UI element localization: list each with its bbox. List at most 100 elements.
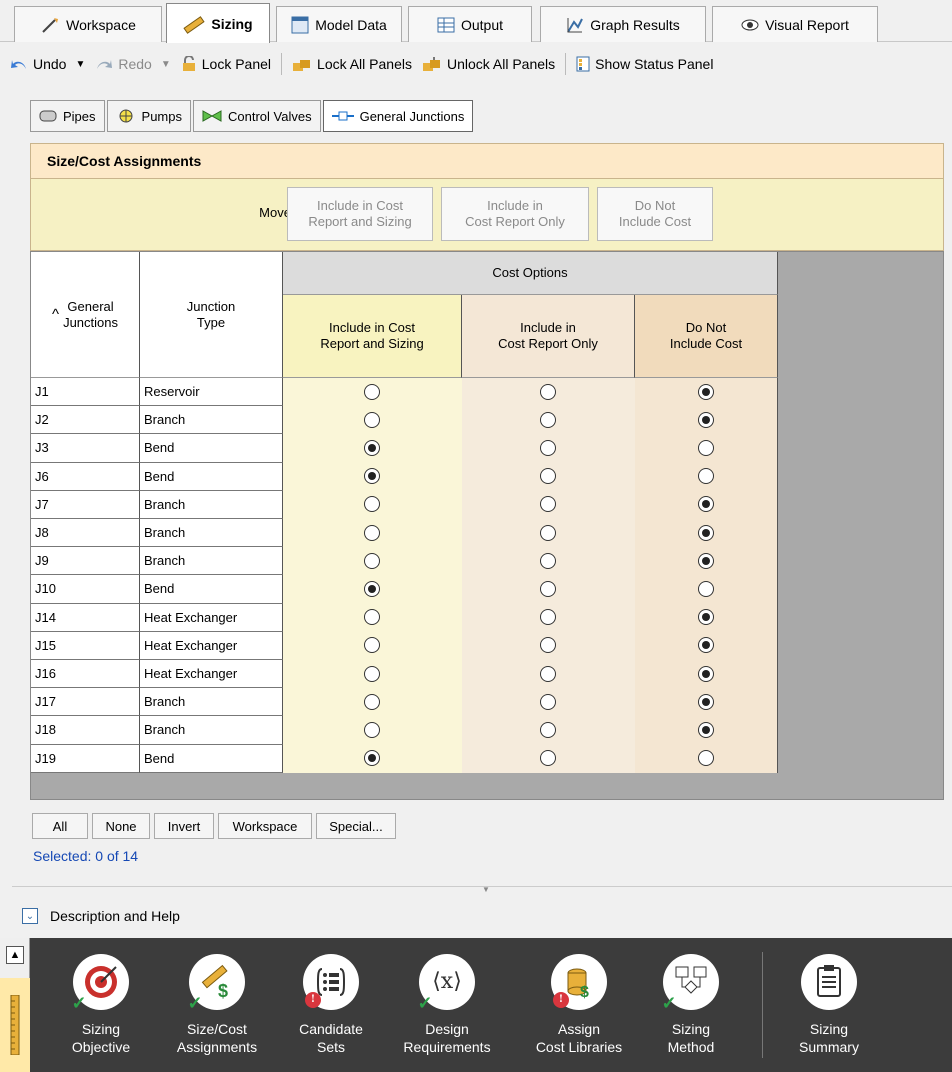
cost-option-radio[interactable] — [698, 609, 714, 626]
cost-option-radio[interactable] — [698, 750, 714, 767]
col-header-cost-report-only[interactable]: Include in Cost Report Only — [462, 295, 635, 378]
junction-id-cell[interactable]: J14 — [31, 603, 140, 632]
junction-id-cell[interactable]: J8 — [31, 519, 140, 548]
junction-id-cell[interactable]: J6 — [31, 462, 140, 491]
tab-output[interactable]: Output — [408, 6, 532, 42]
subtab-general-junctions[interactable]: General Junctions — [322, 100, 474, 132]
lock-panel-button[interactable]: Lock Panel — [181, 56, 271, 72]
cost-option-radio[interactable] — [364, 665, 380, 682]
col-header-include-cost-and-sizing[interactable]: Include in Cost Report and Sizing — [283, 295, 462, 378]
junction-id-cell[interactable]: J2 — [31, 406, 140, 435]
junction-id-cell[interactable]: J17 — [31, 688, 140, 717]
select-none-button[interactable]: None — [92, 813, 150, 839]
unlock-all-panels-button[interactable]: Unlock All Panels — [422, 56, 555, 72]
select-special-button[interactable]: Special... — [316, 813, 396, 839]
move-cost-report-only-button[interactable]: Include in Cost Report Only — [441, 187, 589, 241]
function-icon: ⟨x⟩ ✓ — [417, 954, 475, 1013]
cost-option-radio[interactable] — [540, 750, 556, 767]
cost-option-radio[interactable] — [364, 609, 380, 626]
tab-workspace[interactable]: Workspace — [14, 6, 162, 42]
cost-option-radio[interactable] — [698, 411, 714, 428]
cost-option-radio[interactable] — [540, 439, 556, 456]
description-and-help-toggle[interactable]: ⌄ Description and Help — [12, 900, 952, 932]
dock-candidate-sets[interactable]: ! Candidate Sets — [276, 954, 386, 1056]
tab-graph-results[interactable]: Graph Results — [540, 6, 706, 42]
cost-option-radio[interactable] — [540, 496, 556, 513]
tab-visual-report[interactable]: Visual Report — [712, 6, 878, 42]
cost-option-radio[interactable] — [698, 468, 714, 485]
dock-design-requirements[interactable]: ⟨x⟩ ✓ Design Requirements — [392, 954, 502, 1056]
junction-id-cell[interactable]: J10 — [31, 575, 140, 604]
dock-size-cost-assignments[interactable]: $ ✓ Size/Cost Assignments — [162, 954, 272, 1056]
cost-option-radio[interactable] — [364, 552, 380, 569]
tab-model-data[interactable]: Model Data — [276, 6, 402, 42]
cost-option-radio[interactable] — [364, 524, 380, 541]
col-header-general-junctions[interactable]: ^ General Junctions — [31, 252, 140, 378]
cost-option-radio[interactable] — [540, 665, 556, 682]
cost-option-radio[interactable] — [364, 693, 380, 710]
dock-sizing-method[interactable]: ✓ Sizing Method — [636, 954, 746, 1056]
select-workspace-button[interactable]: Workspace — [218, 813, 312, 839]
cost-option-radio[interactable] — [540, 721, 556, 738]
dock-sizing-summary[interactable]: Sizing Summary — [774, 954, 884, 1056]
cost-option-radio[interactable] — [698, 552, 714, 569]
col-header-junction-type[interactable]: Junction Type — [140, 252, 283, 378]
dock-assign-cost-libraries[interactable]: $ ! Assign Cost Libraries — [524, 954, 634, 1056]
select-all-button[interactable]: All — [32, 813, 88, 839]
cost-option-radio[interactable] — [540, 383, 556, 400]
cost-option-radio[interactable] — [698, 383, 714, 400]
move-include-cost-and-sizing-button[interactable]: Include in Cost Report and Sizing — [287, 187, 433, 241]
junction-id-cell[interactable]: J9 — [31, 547, 140, 576]
cost-option-radio[interactable] — [698, 580, 714, 597]
junction-id-cell[interactable]: J18 — [31, 716, 140, 745]
subtab-pumps[interactable]: Pumps — [106, 100, 191, 132]
panel-splitter[interactable]: ▼ — [12, 885, 952, 894]
junction-id-cell[interactable]: J7 — [31, 490, 140, 519]
subtab-pipes[interactable]: Pipes — [30, 100, 105, 132]
cost-option-radio[interactable] — [540, 524, 556, 541]
cost-option-radio[interactable] — [364, 580, 380, 597]
cost-option-radio[interactable] — [540, 693, 556, 710]
cost-option-radio[interactable] — [540, 468, 556, 485]
redo-dropdown-icon[interactable]: ▼ — [161, 59, 171, 70]
undo-dropdown-icon[interactable]: ▼ — [75, 59, 85, 70]
pin-icon[interactable]: ▲ — [6, 946, 24, 964]
cost-option-radio[interactable] — [364, 468, 380, 485]
cost-option-radio[interactable] — [364, 496, 380, 513]
cost-option-radio[interactable] — [698, 439, 714, 456]
cost-option-radio[interactable] — [540, 580, 556, 597]
junction-id-cell[interactable]: J16 — [31, 660, 140, 689]
junction-id-cell[interactable]: J3 — [31, 434, 140, 463]
lock-all-panels-button[interactable]: Lock All Panels — [292, 56, 412, 72]
cost-option-radio[interactable] — [540, 609, 556, 626]
move-do-not-include-cost-button[interactable]: Do Not Include Cost — [597, 187, 713, 241]
cost-option-radio[interactable] — [364, 721, 380, 738]
junction-id-cell[interactable]: J15 — [31, 631, 140, 660]
cost-option-radio[interactable] — [698, 665, 714, 682]
col-header-do-not-include-cost[interactable]: Do Not Include Cost — [635, 295, 778, 378]
show-status-panel-button[interactable]: Show Status Panel — [576, 56, 713, 72]
cost-option-radio[interactable] — [364, 439, 380, 456]
dock-label: Sizing Objective — [71, 1021, 131, 1055]
cost-option-radio[interactable] — [364, 637, 380, 654]
cost-option-radio[interactable] — [698, 637, 714, 654]
cost-option-radio[interactable] — [364, 383, 380, 400]
dock-sizing-objective[interactable]: ✓ Sizing Objective — [46, 954, 156, 1056]
cost-option-radio[interactable] — [698, 496, 714, 513]
cost-option-radio[interactable] — [540, 411, 556, 428]
cost-option-radio[interactable] — [540, 552, 556, 569]
cost-option-radio[interactable] — [698, 721, 714, 738]
cost-option-radio[interactable] — [540, 637, 556, 654]
invert-selection-button[interactable]: Invert — [154, 813, 214, 839]
cost-option-radio[interactable] — [364, 411, 380, 428]
cost-option-radio[interactable] — [698, 524, 714, 541]
junction-id-cell[interactable]: J1 — [31, 378, 140, 407]
subtab-control-valves[interactable]: Control Valves — [193, 100, 321, 132]
redo-button[interactable]: Redo ▼ — [95, 56, 171, 72]
cost-option-radio[interactable] — [698, 693, 714, 710]
undo-button[interactable]: Undo ▼ — [10, 56, 85, 72]
cost-option-cell — [283, 575, 462, 603]
junction-id-cell[interactable]: J19 — [31, 744, 140, 773]
cost-option-radio[interactable] — [364, 750, 380, 767]
tab-sizing[interactable]: Sizing — [166, 3, 270, 43]
